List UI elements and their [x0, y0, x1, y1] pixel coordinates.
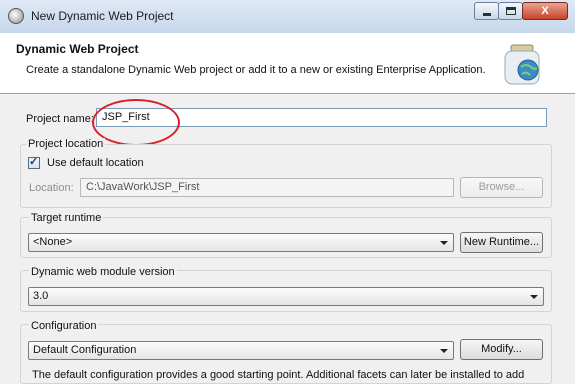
target-runtime-select[interactable]: <None>: [28, 233, 454, 252]
location-input[interactable]: C:\JavaWork\JSP_First: [80, 178, 454, 197]
browse-button[interactable]: Browse...: [460, 177, 543, 198]
close-button[interactable]: X: [522, 2, 568, 20]
checkmark-icon: ✓: [29, 156, 39, 168]
wizard-title: Dynamic Web Project: [16, 42, 139, 56]
web-project-jar-icon: [504, 44, 540, 85]
use-default-location-label: Use default location: [47, 157, 144, 169]
project-location-group: [20, 144, 552, 208]
module-version-select[interactable]: 3.0: [28, 287, 544, 306]
minimize-button[interactable]: [474, 2, 499, 20]
configuration-value: Default Configuration: [33, 344, 137, 356]
use-default-location-checkbox[interactable]: ✓: [28, 156, 40, 169]
project-location-label: Project location: [26, 138, 106, 150]
chevron-down-icon: [440, 349, 448, 353]
module-version-value: 3.0: [33, 290, 49, 302]
minimize-icon: [483, 13, 491, 16]
modify-button[interactable]: Modify...: [460, 339, 543, 360]
target-runtime-label: Target runtime: [29, 212, 104, 224]
new-runtime-button[interactable]: New Runtime...: [460, 232, 543, 253]
location-label: Location:: [29, 182, 74, 194]
close-icon: X: [541, 5, 549, 17]
wizard-description: Create a standalone Dynamic Web project …: [26, 64, 486, 76]
project-name-label: Project name:: [26, 113, 94, 125]
title-bar: New Dynamic Web Project X: [0, 0, 575, 34]
chevron-down-icon: [440, 241, 448, 245]
module-version-label: Dynamic web module version: [29, 266, 177, 278]
wizard-header: Dynamic Web Project Create a standalone …: [0, 33, 575, 94]
target-runtime-value: <None>: [33, 236, 73, 248]
eclipse-app-icon[interactable]: [8, 8, 24, 24]
configuration-select[interactable]: Default Configuration: [28, 341, 454, 360]
window-title: New Dynamic Web Project: [31, 9, 174, 23]
maximize-icon: [506, 7, 516, 15]
configuration-note: The default configuration provides a goo…: [32, 369, 525, 381]
maximize-button[interactable]: [498, 2, 523, 20]
chevron-down-icon: [530, 295, 538, 299]
configuration-label: Configuration: [29, 320, 99, 332]
